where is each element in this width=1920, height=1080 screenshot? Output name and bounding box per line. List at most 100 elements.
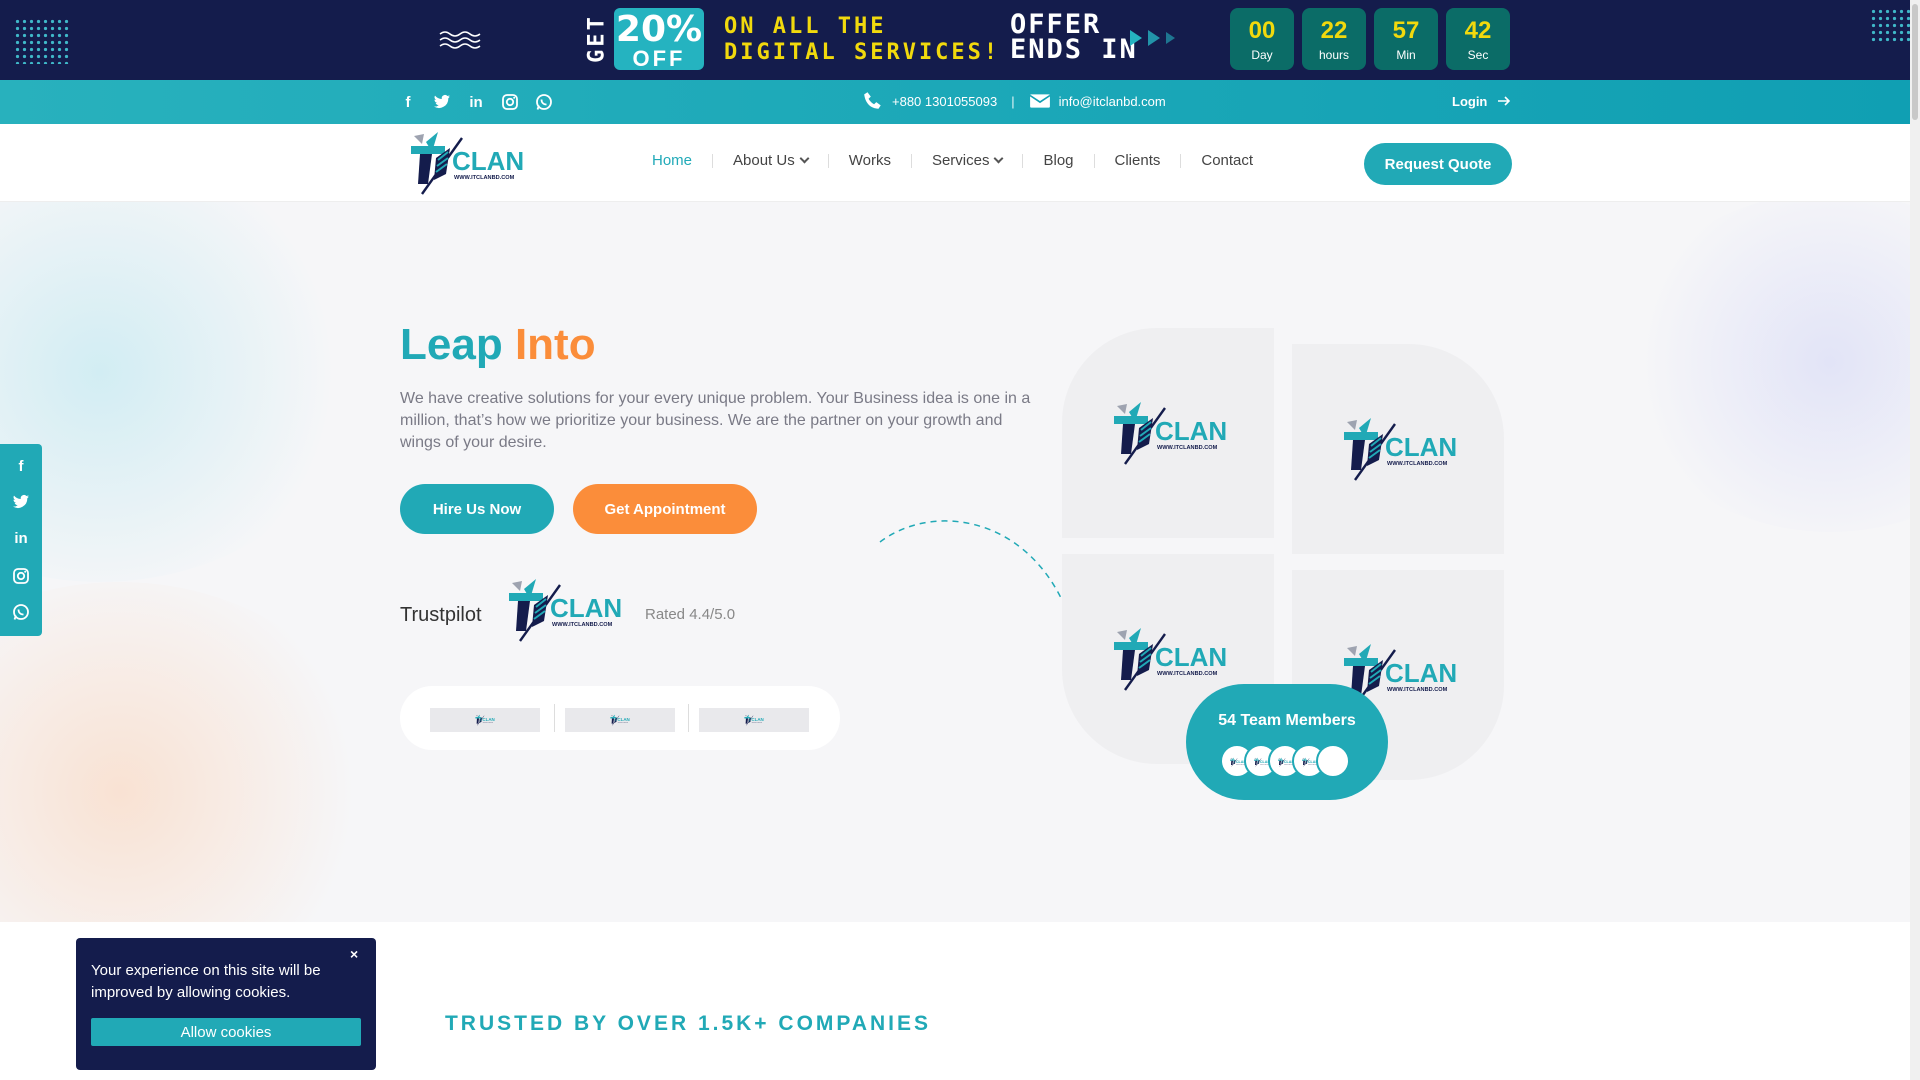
chevron-down-icon bbox=[994, 153, 1004, 164]
countdown-unit: Min bbox=[1396, 48, 1416, 62]
itclan-logo bbox=[741, 714, 767, 726]
top-social-links: f in bbox=[398, 92, 554, 112]
chevron-down-icon bbox=[799, 153, 810, 164]
divider: | bbox=[1011, 93, 1015, 109]
promo-get-label: GET bbox=[584, 14, 610, 63]
floating-social-bar: f in bbox=[0, 444, 42, 636]
facebook-icon[interactable]: f bbox=[398, 92, 418, 112]
dashed-curve-decoration bbox=[879, 520, 1063, 601]
countdown-hours: 22 hours bbox=[1302, 8, 1366, 70]
countdown-value: 00 bbox=[1248, 17, 1276, 44]
nav-clients[interactable]: Clients bbox=[1093, 153, 1181, 168]
countdown-seconds: 42 Sec bbox=[1446, 8, 1510, 70]
cookie-consent-popup: × Your experience on this site will be i… bbox=[76, 938, 376, 1070]
hero-title-part-1: Leap bbox=[400, 320, 503, 369]
dot-pattern-decoration bbox=[14, 18, 70, 64]
background-glow bbox=[1620, 202, 1910, 532]
instagram-icon[interactable] bbox=[11, 566, 31, 586]
login-link[interactable]: Login bbox=[1452, 94, 1511, 109]
itclan-logo bbox=[500, 574, 630, 646]
promo-line-2: DIGITAL SERVICES! bbox=[724, 40, 1001, 65]
mail-icon bbox=[1029, 94, 1050, 108]
promo-percent: 20% bbox=[615, 9, 703, 50]
twitter-icon[interactable] bbox=[432, 92, 452, 112]
partner-logo bbox=[565, 708, 675, 732]
hero-description: We have creative solutions for your ever… bbox=[400, 390, 1031, 451]
itclan-logo bbox=[1332, 414, 1468, 484]
hero-title: Leap Into bbox=[400, 320, 596, 370]
image-tile bbox=[1292, 344, 1504, 554]
promo-headline: ON ALL THE DIGITAL SERVICES! bbox=[724, 14, 1000, 66]
get-appointment-button[interactable]: Get Appointment bbox=[573, 484, 757, 534]
scrollbar-thumb[interactable] bbox=[1912, 4, 1918, 120]
dot-pattern-decoration bbox=[1870, 8, 1910, 42]
hire-us-button[interactable]: Hire Us Now bbox=[400, 484, 554, 534]
phone-number[interactable]: +880 1301055093 bbox=[892, 94, 997, 109]
trustpilot-label: Trustpilot bbox=[400, 604, 482, 626]
team-members-badge: 54 Team Members bbox=[1186, 684, 1388, 800]
login-label: Login bbox=[1452, 94, 1488, 109]
countdown-value: 42 bbox=[1464, 17, 1492, 44]
allow-cookies-button[interactable]: Allow cookies bbox=[91, 1018, 361, 1046]
nav-about-label: About Us bbox=[733, 152, 795, 169]
background-glow bbox=[0, 202, 360, 582]
team-members-count: 54 Team Members bbox=[1218, 712, 1356, 729]
phone-icon bbox=[864, 92, 881, 109]
nav-blog[interactable]: Blog bbox=[1022, 153, 1093, 168]
email-address[interactable]: info@itclanbd.com bbox=[1059, 94, 1166, 109]
divider bbox=[688, 704, 689, 732]
cookie-message: Your experience on this site will be imp… bbox=[91, 962, 321, 1001]
play-arrows-icon bbox=[1130, 30, 1175, 46]
countdown-value: 57 bbox=[1392, 17, 1420, 44]
promo-off: OFF bbox=[632, 46, 686, 71]
close-icon[interactable]: × bbox=[350, 946, 358, 962]
partner-logo bbox=[699, 708, 809, 732]
nav-services-label: Services bbox=[931, 152, 990, 169]
itclan-logo bbox=[607, 714, 633, 726]
rating-text: Rated 4.4/5.0 bbox=[645, 606, 736, 623]
nav-services[interactable]: Services bbox=[910, 152, 1023, 169]
partner-logo bbox=[430, 708, 540, 732]
offer-line-2: ENDS IN bbox=[1010, 34, 1138, 65]
whatsapp-icon[interactable] bbox=[11, 602, 31, 622]
hero-section: Leap Into We have creative solutions for… bbox=[0, 202, 1910, 922]
divider bbox=[554, 704, 555, 732]
countdown-value: 22 bbox=[1320, 17, 1348, 44]
itclan-logo bbox=[472, 714, 498, 726]
page-scrollbar[interactable] bbox=[1910, 0, 1920, 1080]
wave-decoration-icon bbox=[439, 31, 481, 49]
top-contact-bar: f in +880 1301055093 | info@itclanbd.com… bbox=[0, 80, 1910, 124]
nav-about-us[interactable]: About Us bbox=[712, 152, 828, 169]
main-navbar: Home About Us Works Services Blog Client… bbox=[0, 124, 1910, 202]
arrow-right-icon bbox=[1498, 96, 1511, 106]
image-tile bbox=[1062, 328, 1274, 538]
avatar bbox=[1316, 744, 1350, 778]
countdown-unit: Day bbox=[1251, 48, 1273, 62]
countdown-unit: Sec bbox=[1467, 48, 1489, 62]
background-glow bbox=[0, 582, 380, 922]
instagram-icon[interactable] bbox=[500, 92, 520, 112]
offer-ends-label: OFFER ENDS IN bbox=[1010, 11, 1138, 65]
itclan-logo[interactable] bbox=[402, 128, 532, 198]
main-menu: Home About Us Works Services Blog Client… bbox=[652, 152, 1273, 169]
facebook-icon[interactable]: f bbox=[11, 456, 31, 476]
linkedin-icon[interactable]: in bbox=[466, 92, 486, 112]
countdown-minutes: 57 Min bbox=[1374, 8, 1438, 70]
itclan-logo bbox=[1102, 624, 1238, 694]
whatsapp-icon[interactable] bbox=[534, 92, 554, 112]
itclan-logo bbox=[1102, 398, 1238, 468]
nav-home[interactable]: Home bbox=[652, 153, 712, 168]
request-quote-button[interactable]: Request Quote bbox=[1364, 143, 1512, 185]
promo-banner[interactable]: GET 20% OFF ON ALL THE DIGITAL SERVICES!… bbox=[0, 0, 1910, 80]
promo-line-1: ON ALL THE bbox=[724, 14, 887, 39]
linkedin-icon[interactable]: in bbox=[11, 528, 31, 548]
twitter-icon[interactable] bbox=[11, 492, 31, 512]
contact-info: +880 1301055093 | info@itclanbd.com bbox=[862, 90, 1166, 112]
countdown-unit: hours bbox=[1318, 48, 1350, 62]
countdown-days: 00 Day bbox=[1230, 8, 1294, 70]
partner-logos-strip bbox=[400, 686, 840, 750]
promo-discount-badge: 20% OFF bbox=[614, 8, 704, 70]
nav-works[interactable]: Works bbox=[827, 153, 911, 168]
hero-title-part-2: Into bbox=[514, 320, 596, 369]
nav-contact[interactable]: Contact bbox=[1180, 153, 1273, 168]
